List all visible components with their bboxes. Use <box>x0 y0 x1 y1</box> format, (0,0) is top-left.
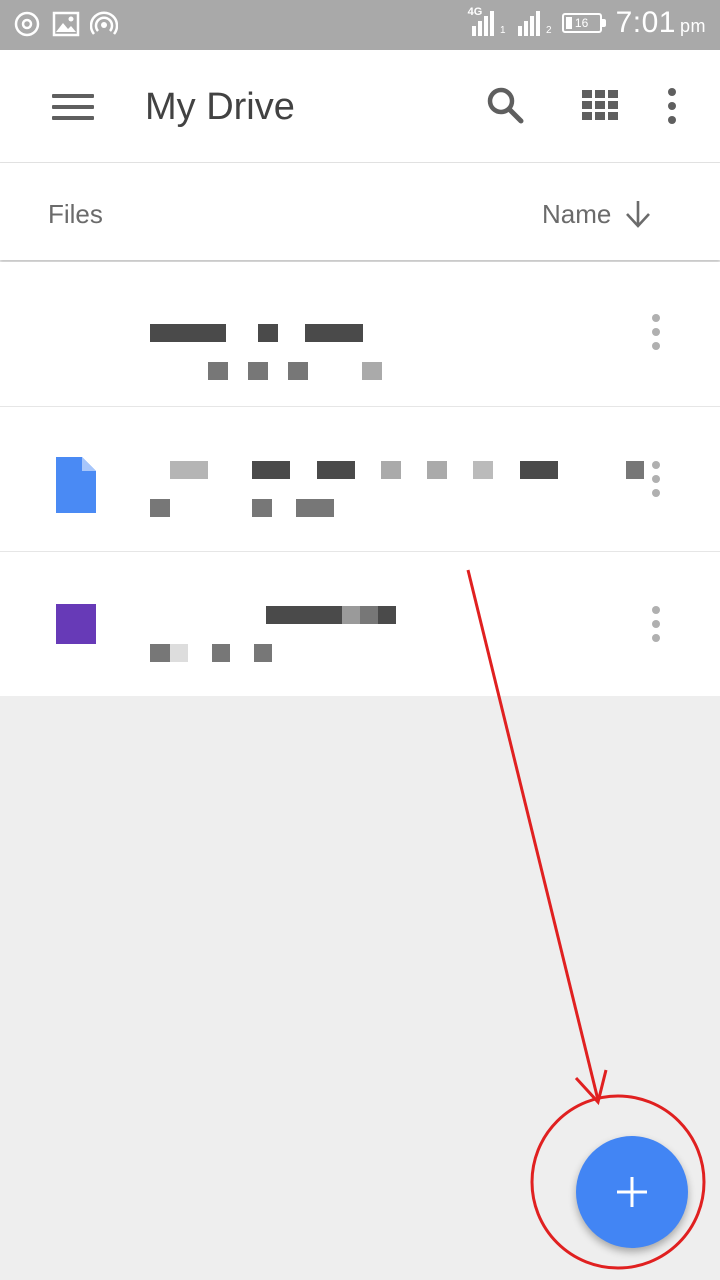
menu-icon[interactable] <box>52 94 94 120</box>
clock-time: 7:01 <box>615 6 676 39</box>
sim2-signal: 2 <box>516 8 552 38</box>
forms-file-icon <box>56 604 96 644</box>
files-section-label: Files <box>48 199 103 229</box>
signal-strength-icon <box>471 11 494 36</box>
file-subtitle-redacted <box>208 360 383 381</box>
sim1-number: 1 <box>500 25 506 36</box>
file-more-icon[interactable] <box>648 459 664 499</box>
file-list <box>0 262 720 696</box>
sim1-signal: 4G 1 <box>468 6 506 38</box>
page-title: My Drive <box>145 86 295 128</box>
status-bar: 4G 1 2 16 7:01 pm <box>0 0 720 50</box>
status-left-icons <box>14 10 118 38</box>
sim2-number: 2 <box>546 25 552 36</box>
file-subtitle-redacted <box>150 497 335 518</box>
file-row[interactable] <box>0 407 720 552</box>
annotation-arrow-head <box>574 1069 608 1106</box>
file-more-icon[interactable] <box>648 604 664 644</box>
battery-level: 16 <box>574 16 589 30</box>
more-vert-icon[interactable] <box>660 86 684 126</box>
search-icon[interactable] <box>484 84 526 126</box>
grid-view-icon[interactable] <box>582 90 618 120</box>
battery-icon: 16 <box>561 13 606 33</box>
file-title-redacted <box>266 604 396 625</box>
file-title-redacted <box>150 322 363 343</box>
file-row[interactable] <box>0 262 720 407</box>
file-row[interactable] <box>0 552 720 696</box>
sort-by-name-button[interactable]: Name <box>542 197 651 231</box>
app-bar: My Drive <box>0 50 720 163</box>
new-fab-button[interactable] <box>576 1136 688 1248</box>
docs-file-icon <box>56 457 96 513</box>
clock: 7:01 pm <box>616 6 706 40</box>
clock-ampm: pm <box>679 16 706 36</box>
file-subtitle-redacted <box>150 642 273 663</box>
status-right-icons: 4G 1 2 16 7:01 pm <box>468 6 706 40</box>
image-icon <box>52 11 80 37</box>
plus-icon <box>617 1177 647 1207</box>
hotspot-icon <box>90 11 118 35</box>
data-saver-icon <box>14 11 40 37</box>
signal-strength-icon <box>517 11 540 36</box>
sort-label: Name <box>542 198 612 229</box>
file-title-redacted <box>170 459 644 480</box>
file-more-icon[interactable] <box>648 312 664 352</box>
arrow-down-icon <box>626 201 651 228</box>
sort-bar: Files Name <box>0 163 720 260</box>
